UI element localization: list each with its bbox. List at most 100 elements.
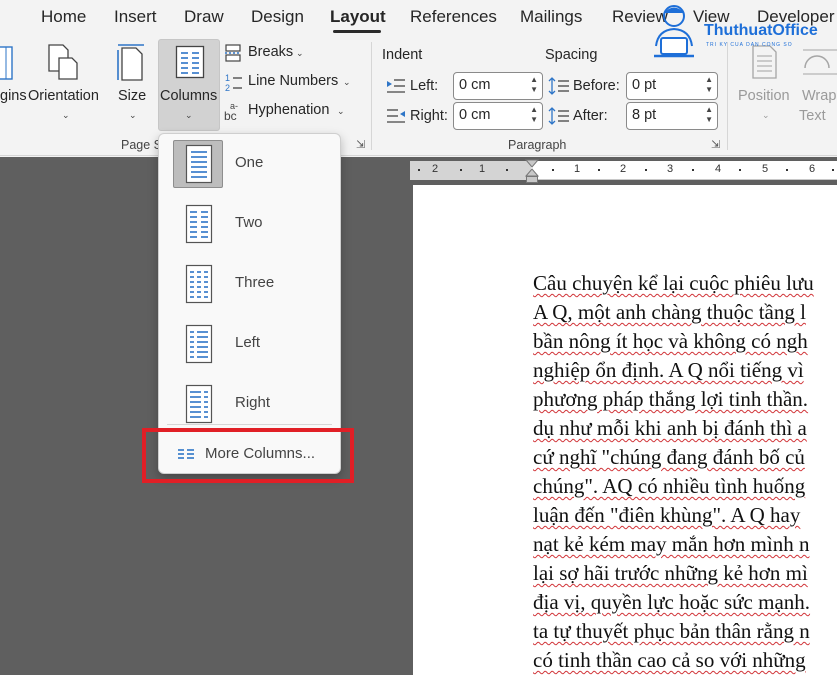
orientation-icon bbox=[48, 44, 78, 80]
indent-right-input[interactable]: 0 cm ▲ ▼ bbox=[453, 102, 543, 130]
ruler-tick-label: 3 bbox=[667, 163, 674, 175]
chevron-down-icon: ⌄ bbox=[337, 106, 345, 116]
columns-option-label: Left bbox=[235, 334, 261, 351]
line-numbers-button[interactable]: 1 2 Line Numbers ⌄ bbox=[224, 71, 356, 95]
ruler-tick-label: 1 bbox=[479, 163, 486, 175]
margins-button[interactable]: gins bbox=[0, 36, 27, 128]
menu-divider bbox=[167, 424, 332, 425]
document-line: A Q, một anh chàng thuộc tầng l bbox=[533, 300, 806, 324]
document-body[interactable]: Câu chuyện kể lại cuộc phiêu lưu A Q, mộ… bbox=[533, 269, 837, 675]
columns-option-two[interactable]: Two bbox=[169, 198, 331, 250]
tab-layout[interactable]: Layout bbox=[330, 7, 386, 27]
position-label: Position bbox=[738, 88, 790, 104]
chevron-down-icon: ⌄ bbox=[762, 110, 770, 120]
columns-option-label: Three bbox=[235, 274, 275, 291]
indent-right-value: 0 cm bbox=[459, 107, 491, 123]
chevron-down-icon: ⌄ bbox=[343, 77, 351, 87]
ruler-tick-label: 4 bbox=[715, 163, 722, 175]
breaks-icon bbox=[225, 44, 241, 62]
breaks-label: Breaks bbox=[248, 44, 294, 60]
paragraph-launcher-icon[interactable]: ⇲ bbox=[711, 138, 720, 151]
left-column-icon bbox=[173, 320, 223, 368]
spinner-arrows-icon[interactable]: ▲ ▼ bbox=[705, 105, 713, 125]
columns-option-label: Right bbox=[235, 394, 271, 411]
line-numbers-icon: 1 2 bbox=[225, 73, 242, 92]
ruler-tick-label: 2 bbox=[620, 163, 627, 175]
columns-option-label: Two bbox=[235, 214, 263, 231]
two-columns-icon bbox=[173, 200, 223, 248]
spinner-arrows-icon[interactable]: ▲ ▼ bbox=[530, 75, 538, 95]
page-setup-launcher-icon[interactable]: ⇲ bbox=[356, 138, 365, 151]
indent-left-input[interactable]: 0 cm ▲ ▼ bbox=[453, 72, 543, 100]
tab-references[interactable]: References bbox=[410, 7, 497, 27]
tab-mailings[interactable]: Mailings bbox=[520, 7, 582, 27]
page-setup-group-label: Page S bbox=[121, 138, 163, 152]
columns-option-left[interactable]: Left bbox=[169, 318, 331, 370]
spinner-arrows-icon[interactable]: ▲ ▼ bbox=[705, 75, 713, 95]
spacing-after-icon bbox=[548, 107, 569, 125]
right-column-icon bbox=[173, 380, 223, 428]
document-line: Câu chuyện kể lại cuộc phiêu lưu bbox=[533, 271, 814, 295]
document-line: luận đến "điên khùng". A Q hay bbox=[533, 503, 801, 527]
tab-draw[interactable]: Draw bbox=[184, 7, 224, 27]
hyphenation-icon: a- bc bbox=[224, 101, 238, 122]
breaks-button[interactable]: Breaks ⌄ bbox=[224, 42, 310, 66]
columns-option-right[interactable]: Right bbox=[169, 378, 331, 430]
spacing-before-input[interactable]: 0 pt ▲ ▼ bbox=[626, 72, 718, 100]
spacing-after-value: 8 pt bbox=[632, 107, 657, 123]
document-line: bần nông ít học và không có ngh bbox=[533, 329, 808, 353]
indent-right-label: Right: bbox=[410, 108, 448, 124]
orientation-label: Orientation bbox=[28, 88, 99, 104]
thuthuatoffice-logo: ThuthuatOffice TRI KY CUA DAN CONG SO bbox=[640, 0, 837, 62]
highlight-box bbox=[142, 428, 354, 483]
size-icon bbox=[117, 44, 144, 81]
logo-subtitle: TRI KY CUA DAN CONG SO bbox=[706, 42, 793, 48]
hyphenation-label: Hyphenation bbox=[248, 102, 330, 118]
tab-design[interactable]: Design bbox=[251, 7, 304, 27]
active-tab-indicator bbox=[333, 30, 381, 33]
three-columns-icon bbox=[173, 260, 223, 308]
ruler-tick-label: 6 bbox=[809, 163, 816, 175]
columns-label: Columns bbox=[160, 88, 218, 104]
document-line: có tinh thần cao cả so với những bbox=[533, 648, 806, 672]
document-line: chúng". AQ có nhiều tình huống bbox=[533, 474, 806, 498]
margins-icon bbox=[0, 46, 13, 80]
wrap-text-label-1: Wrap bbox=[802, 88, 837, 104]
document-line: địa vị, quyền lực hoặc sức mạnh. bbox=[533, 590, 811, 614]
orientation-button[interactable]: Orientation ⌄ bbox=[26, 36, 106, 128]
spacing-heading: Spacing bbox=[545, 47, 598, 63]
spinner-arrows-icon[interactable]: ▲ ▼ bbox=[530, 105, 538, 125]
columns-option-one[interactable]: One bbox=[169, 138, 331, 190]
document-line: nạt kẻ kém may mắn hơn mình n bbox=[533, 532, 810, 556]
document-line: phương pháp thắng lợi tinh thần. bbox=[533, 387, 809, 411]
ruler-tick-label: 2 bbox=[432, 163, 439, 175]
ruler-tick-label: 1 bbox=[574, 163, 581, 175]
spacing-before-icon bbox=[548, 77, 569, 95]
indent-left-value: 0 cm bbox=[459, 77, 491, 93]
svg-text:1: 1 bbox=[225, 73, 230, 83]
columns-dropdown-menu: One Two Three Left Right More Columns... bbox=[158, 133, 341, 474]
columns-option-label: One bbox=[235, 154, 264, 171]
logo-title: ThuthuatOffice bbox=[704, 22, 818, 39]
size-label: Size bbox=[118, 88, 147, 104]
tab-home[interactable]: Home bbox=[41, 7, 86, 27]
columns-button[interactable]: Columns ⌄ bbox=[158, 39, 220, 131]
document-page[interactable]: Câu chuyện kể lại cuộc phiêu lưu A Q, mộ… bbox=[413, 185, 837, 675]
size-button[interactable]: Size ⌄ bbox=[112, 36, 152, 128]
tab-insert[interactable]: Insert bbox=[114, 7, 157, 27]
indent-left-icon bbox=[387, 79, 405, 93]
one-column-icon bbox=[173, 140, 223, 188]
spacing-before-value: 0 pt bbox=[632, 77, 657, 93]
chevron-down-icon: ⌄ bbox=[62, 110, 70, 120]
indent-heading: Indent bbox=[382, 47, 423, 63]
indent-right-icon bbox=[387, 109, 405, 123]
horizontal-ruler[interactable]: 2 1 1 2 3 4 5 6 bbox=[410, 159, 837, 183]
hyphenation-button[interactable]: a- bc Hyphenation ⌄ bbox=[224, 100, 350, 124]
columns-option-three[interactable]: Three bbox=[169, 258, 331, 310]
wrap-text-label-2: Text bbox=[799, 108, 826, 124]
spacing-after-input[interactable]: 8 pt ▲ ▼ bbox=[626, 102, 718, 130]
chevron-down-icon: ⌄ bbox=[185, 110, 193, 120]
indent-marker-icon[interactable] bbox=[525, 157, 539, 187]
spacing-before-label: Before: bbox=[573, 78, 620, 94]
person-laptop-icon bbox=[654, 5, 694, 58]
